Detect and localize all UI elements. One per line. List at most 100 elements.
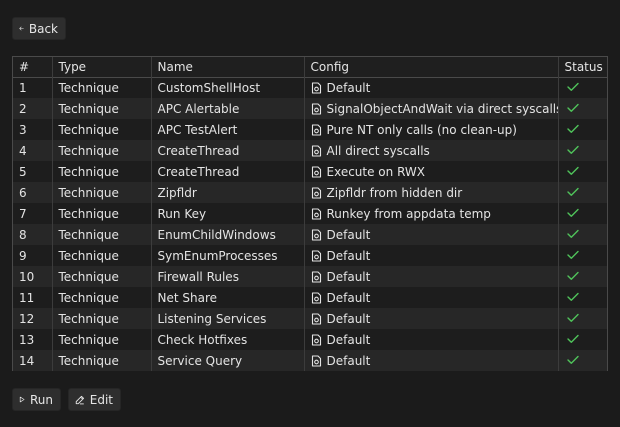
table-row[interactable]: 6 Technique Zipfldr Zipfldr from hidden dir	[13, 182, 607, 203]
row-type: Technique	[51, 182, 151, 203]
row-type: Technique	[51, 98, 151, 119]
row-number: 11	[19, 290, 35, 305]
row-name: Run Key	[150, 203, 304, 224]
row-config: SignalObjectAndWait via direct syscalls	[303, 98, 559, 119]
back-button-label: Back	[28, 21, 58, 36]
row-config-label: Default	[326, 311, 371, 326]
table-row[interactable]: 2 Technique APC Alertable SignalObjectAndWa…	[13, 98, 607, 119]
row-type: Technique	[51, 77, 151, 98]
column-header-type[interactable]: Type	[51, 57, 151, 77]
column-header-name[interactable]: Name	[150, 57, 304, 77]
table-row[interactable]: 9 Technique SymEnumProcesses Default	[13, 245, 607, 266]
check-icon	[566, 292, 579, 301]
row-config-label: Execute on RWX	[326, 164, 426, 179]
row-name: APC Alertable	[150, 98, 304, 119]
row-config: Runkey from appdata temp	[303, 203, 558, 224]
row-config-label: Runkey from appdata temp	[326, 206, 491, 221]
file-settings-icon	[311, 102, 321, 115]
row-config: Default	[303, 329, 558, 350]
table-row[interactable]: 10 Technique Firewall Rules Default	[13, 266, 607, 287]
row-type: Technique	[51, 245, 151, 266]
file-settings-icon	[311, 333, 321, 346]
row-type: Technique	[51, 224, 151, 245]
check-icon	[566, 166, 579, 175]
row-status	[557, 203, 607, 224]
row-status	[557, 266, 607, 287]
row-config: Pure NT only calls (no clean-up)	[303, 119, 558, 140]
row-config-label: SignalObjectAndWait via direct syscalls	[326, 101, 559, 116]
row-config: Default	[303, 77, 558, 98]
row-status	[557, 350, 607, 371]
row-type: Technique	[51, 350, 151, 371]
row-number: 12	[19, 311, 35, 326]
row-number: 13	[19, 332, 35, 347]
table-row[interactable]: 12 Technique Listening Services Default	[13, 308, 607, 329]
check-icon	[566, 271, 579, 280]
row-number: 4	[19, 143, 27, 158]
row-config: Default	[303, 308, 558, 329]
check-icon	[566, 208, 579, 217]
back-button[interactable]: Back	[12, 17, 66, 40]
column-header-status[interactable]: Status	[557, 57, 607, 77]
run-button[interactable]: Run	[12, 388, 61, 411]
table-row[interactable]: 7 Technique Run Key Runkey from appdata tem…	[13, 203, 607, 224]
row-config-label: All direct syscalls	[326, 143, 430, 158]
file-settings-icon	[311, 228, 321, 241]
table-row[interactable]: 14 Technique Service Query Default	[13, 350, 607, 371]
row-config-label: Default	[326, 80, 371, 95]
row-name: APC TestAlert	[150, 119, 304, 140]
table-row[interactable]: 11 Technique Net Share Default	[13, 287, 607, 308]
file-settings-icon	[311, 186, 321, 199]
play-icon	[19, 396, 25, 403]
table-row[interactable]: 5 Technique CreateThread Execute on RWX	[13, 161, 607, 182]
row-name: EnumChildWindows	[150, 224, 304, 245]
row-config-label: Pure NT only calls (no clean-up)	[326, 122, 517, 137]
row-config-label: Default	[326, 248, 371, 263]
row-name: CustomShellHost	[150, 77, 304, 98]
techniques-table: # Type Name Config Status 1 Technique Cust…	[12, 56, 608, 371]
row-number: 8	[19, 227, 27, 242]
row-number: 5	[19, 164, 27, 179]
row-config-label: Default	[326, 227, 371, 242]
pencil-icon	[75, 395, 84, 404]
row-name: Net Share	[150, 287, 304, 308]
row-status	[557, 224, 607, 245]
row-status	[557, 245, 607, 266]
row-status	[557, 119, 607, 140]
row-type: Technique	[51, 266, 151, 287]
row-status	[557, 182, 607, 203]
row-type: Technique	[51, 161, 151, 182]
table-row[interactable]: 13 Technique Check Hotfixes Default	[13, 329, 607, 350]
check-icon	[566, 250, 579, 259]
edit-button[interactable]: Edit	[68, 388, 121, 411]
row-type: Technique	[51, 203, 151, 224]
table-row[interactable]: 8 Technique EnumChildWindows Default	[13, 224, 607, 245]
file-settings-icon	[311, 165, 321, 178]
row-type: Technique	[51, 287, 151, 308]
column-header-config[interactable]: Config	[303, 57, 558, 77]
row-config-label: Default	[326, 332, 371, 347]
table-row[interactable]: 4 Technique CreateThread All direct syscall…	[13, 140, 607, 161]
row-config: Default	[303, 350, 558, 371]
row-name: Listening Services	[150, 308, 304, 329]
file-settings-icon	[311, 207, 321, 220]
row-status	[557, 161, 607, 182]
row-config: Default	[303, 266, 558, 287]
row-config: Zipfldr from hidden dir	[303, 182, 558, 203]
row-config: Default	[303, 224, 558, 245]
file-settings-icon	[311, 270, 321, 283]
row-config: Default	[303, 287, 558, 308]
file-settings-icon	[311, 312, 321, 325]
row-name: CreateThread	[150, 140, 304, 161]
table-row[interactable]: 3 Technique APC TestAlert Pure NT only call…	[13, 119, 607, 140]
column-header-number[interactable]: #	[13, 57, 52, 77]
row-status	[557, 308, 607, 329]
table-row[interactable]: 1 Technique CustomShellHost Default	[13, 77, 607, 98]
file-settings-icon	[311, 144, 321, 157]
check-icon	[566, 82, 579, 91]
arrow-left-icon	[19, 26, 24, 31]
file-settings-icon	[311, 123, 321, 136]
check-icon	[566, 124, 579, 133]
check-icon	[566, 313, 579, 322]
edit-button-label: Edit	[89, 392, 113, 407]
